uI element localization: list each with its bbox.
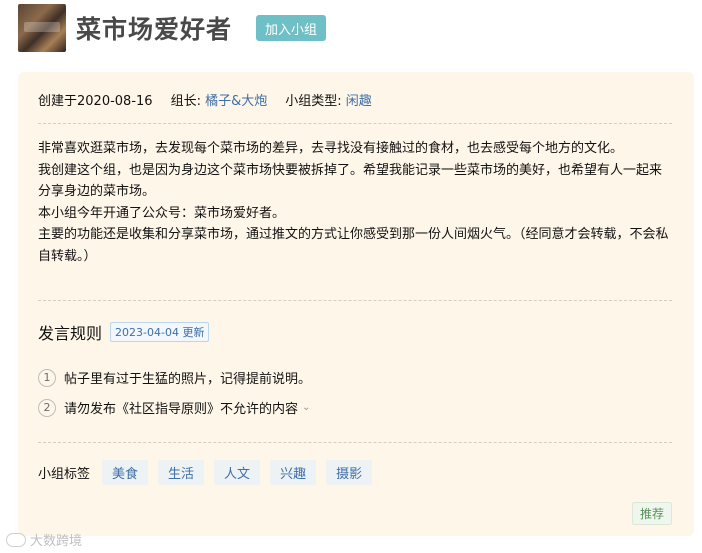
group-intro: 非常喜欢逛菜市场，去发现每个菜市场的差异，去寻找没有接触过的食材，也去感受每个地…	[38, 138, 670, 267]
intro-line: 我创建这个组，也是因为身边这个菜市场快要被拆掉了。希望我能记录一些菜市场的美好，…	[38, 162, 663, 200]
tag-culture[interactable]: 人文	[214, 460, 261, 485]
rule-text: 帖子里有过于生猛的照片，记得提前说明。	[64, 372, 312, 387]
chevron-down-icon[interactable]: ⌄	[302, 402, 310, 413]
intro-line: 主要的功能还是收集和分享菜市场，通过推文的方式让你感受到那一份人间烟火气。（经同…	[38, 227, 669, 264]
intro-line: 非常喜欢逛菜市场，去发现每个菜市场的差异，去寻找没有接触过的食材，也去感受每个地…	[38, 141, 624, 156]
group-type: 小组类型: 闲趣	[285, 90, 372, 109]
tag-interest[interactable]: 兴趣	[270, 460, 317, 485]
join-group-button[interactable]: 加入小组	[256, 15, 327, 41]
leader-link[interactable]: 橘子&大炮	[205, 94, 267, 109]
type-label: 小组类型:	[285, 94, 342, 109]
group-avatar[interactable]	[18, 4, 66, 52]
rules-title: 发言规则	[38, 324, 103, 343]
group-tags: 小组标签 美食 生活 人文 兴趣 摄影	[38, 460, 373, 485]
intro-line: 本小组今年开通了公众号：菜市场爱好者。	[38, 205, 286, 221]
divider	[38, 442, 672, 443]
group-title: 菜市场爱好者	[76, 15, 233, 44]
watermark: 大数跨境	[6, 530, 82, 549]
divider	[38, 300, 672, 301]
rule-number: 2	[38, 398, 56, 417]
group-page: 菜市场爱好者 加入小组 创建于2020-08-16 组长: 橘子&大炮 小组类型…	[0, 0, 702, 553]
tag-photography[interactable]: 摄影	[326, 460, 373, 485]
group-header: 菜市场爱好者 加入小组	[18, 4, 327, 52]
tag-life[interactable]: 生活	[158, 460, 205, 485]
tag-food[interactable]: 美食	[102, 460, 149, 485]
watermark-text: 大数跨境	[30, 534, 83, 549]
group-info-card: 创建于2020-08-16 组长: 橘子&大炮 小组类型: 闲趣 非常喜欢逛菜市…	[18, 72, 694, 536]
rules-updated-badge: 2023-04-04 更新	[110, 322, 210, 342]
rule-text[interactable]: 请勿发布《社区指导原则》不允许的内容	[64, 398, 298, 417]
group-leader: 组长: 橘子&大炮	[171, 90, 268, 109]
group-meta: 创建于2020-08-16 组长: 橘子&大炮 小组类型: 闲趣	[38, 90, 372, 109]
tags-label: 小组标签	[38, 467, 91, 482]
rules-header: 发言规则 2023-04-04 更新	[38, 320, 210, 344]
rule-item: 1 帖子里有过于生猛的照片，记得提前说明。	[38, 368, 311, 387]
type-link[interactable]: 闲趣	[346, 94, 372, 109]
rule-item: 2 请勿发布《社区指导原则》不允许的内容 ⌄	[38, 398, 310, 417]
recommend-button[interactable]: 推荐	[631, 502, 672, 525]
brand-logo-icon	[6, 532, 26, 547]
divider	[38, 123, 672, 124]
leader-label: 组长:	[170, 94, 201, 109]
rule-number: 1	[38, 368, 56, 387]
created-date: 创建于2020-08-16	[38, 94, 153, 109]
